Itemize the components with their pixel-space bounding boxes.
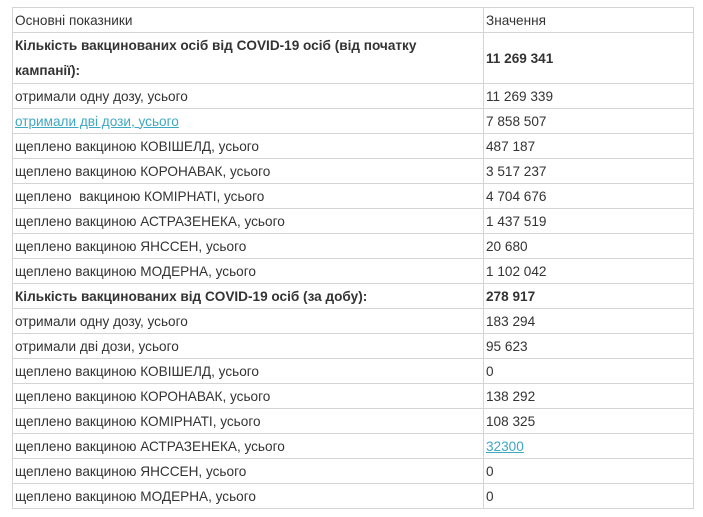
row-label: щеплено вакциною МОДЕРНА, усього xyxy=(12,258,484,284)
row-value: 7 858 507 xyxy=(483,108,694,134)
table-row: щеплено вакциною КОВІШЕЛД, усього 0 xyxy=(12,358,694,384)
row-value-cell: 32300 xyxy=(483,433,694,459)
row-value: 20 680 xyxy=(483,233,694,259)
row-label: щеплено вакциною МОДЕРНА, усього xyxy=(12,483,484,509)
table-row: щеплено вакциною КОМІРНАТІ, усього 4 704… xyxy=(12,183,694,209)
row-label-cell: отримали дві дози, усього xyxy=(12,108,484,134)
row-label: щеплено вакциною КОРОНАВАК, усього xyxy=(12,383,484,409)
two-doses-link[interactable]: отримали дві дози, усього xyxy=(15,114,179,129)
table-header-row: Основні показники Значення xyxy=(12,7,694,33)
row-value: 95 623 xyxy=(483,333,694,359)
row-value: 487 187 xyxy=(483,133,694,159)
astrazeneca-daily-link[interactable]: 32300 xyxy=(486,439,524,454)
table-row: щеплено вакциною АСТРАЗЕНЕКА, усього 1 4… xyxy=(12,208,694,234)
row-value: 3 517 237 xyxy=(483,158,694,184)
table-row: Кількість вакцинованих осіб від COVID-19… xyxy=(12,32,694,84)
header-value-cell: Значення xyxy=(483,7,694,33)
table-row: щеплено вакциною КОРОНАВАК, усього 3 517… xyxy=(12,158,694,184)
row-label: щеплено вакциною КОМІРНАТІ, усього xyxy=(12,183,484,209)
row-label: щеплено вакциною КОВІШЕЛД, усього xyxy=(12,133,484,159)
table-row: щеплено вакциною МОДЕРНА, усього 1 102 0… xyxy=(12,258,694,284)
row-value-daily-total: 278 917 xyxy=(483,283,694,309)
table-row: щеплено вакциною КОМІРНАТІ, усього 108 3… xyxy=(12,408,694,434)
row-value: 0 xyxy=(483,458,694,484)
table-row: щеплено вакциною АСТРАЗЕНЕКА, усього 323… xyxy=(12,433,694,459)
row-value-total-since-start: 11 269 341 xyxy=(483,32,694,84)
row-value: 11 269 339 xyxy=(483,83,694,109)
row-value: 0 xyxy=(483,483,694,509)
row-value: 183 294 xyxy=(483,308,694,334)
row-label-daily-total: Кількість вакцинованих від COVID-19 осіб… xyxy=(12,283,484,309)
row-label: щеплено вакциною АСТРАЗЕНЕКА, усього xyxy=(12,433,484,459)
table-row: щеплено вакциною ЯНССЕН, усього 20 680 xyxy=(12,233,694,259)
table-row: щеплено вакциною ЯНССЕН, усього 0 xyxy=(12,458,694,484)
row-value: 1 437 519 xyxy=(483,208,694,234)
header-label-cell: Основні показники xyxy=(12,7,484,33)
row-label: отримали дві дози, усього xyxy=(12,333,484,359)
vaccination-stats-table: Основні показники Значення Кількість вак… xyxy=(12,7,694,509)
row-value: 1 102 042 xyxy=(483,258,694,284)
row-value: 138 292 xyxy=(483,383,694,409)
table-row: щеплено вакциною МОДЕРНА, усього 0 xyxy=(12,483,694,509)
table-row: отримали одну дозу, усього 183 294 xyxy=(12,308,694,334)
row-value: 0 xyxy=(483,358,694,384)
row-label: отримали одну дозу, усього xyxy=(12,308,484,334)
table-row: щеплено вакциною КОВІШЕЛД, усього 487 18… xyxy=(12,133,694,159)
table-row: щеплено вакциною КОРОНАВАК, усього 138 2… xyxy=(12,383,694,409)
row-label: щеплено вакциною ЯНССЕН, усього xyxy=(12,458,484,484)
table-row: отримали дві дози, усього 95 623 xyxy=(12,333,694,359)
page: Основні показники Значення Кількість вак… xyxy=(0,0,703,517)
table-row: отримали дві дози, усього 7 858 507 xyxy=(12,108,694,134)
row-value: 108 325 xyxy=(483,408,694,434)
table-row: отримали одну дозу, усього 11 269 339 xyxy=(12,83,694,109)
table-row: Кількість вакцинованих від COVID-19 осіб… xyxy=(12,283,694,309)
row-label: отримали одну дозу, усього xyxy=(12,83,484,109)
row-label-total-since-start: Кількість вакцинованих осіб від COVID-19… xyxy=(12,32,484,84)
row-label: щеплено вакциною КОМІРНАТІ, усього xyxy=(12,408,484,434)
row-label: щеплено вакциною АСТРАЗЕНЕКА, усього xyxy=(12,208,484,234)
row-label: щеплено вакциною ЯНССЕН, усього xyxy=(12,233,484,259)
row-value: 4 704 676 xyxy=(483,183,694,209)
row-label: щеплено вакциною КОВІШЕЛД, усього xyxy=(12,358,484,384)
row-label: щеплено вакциною КОРОНАВАК, усього xyxy=(12,158,484,184)
